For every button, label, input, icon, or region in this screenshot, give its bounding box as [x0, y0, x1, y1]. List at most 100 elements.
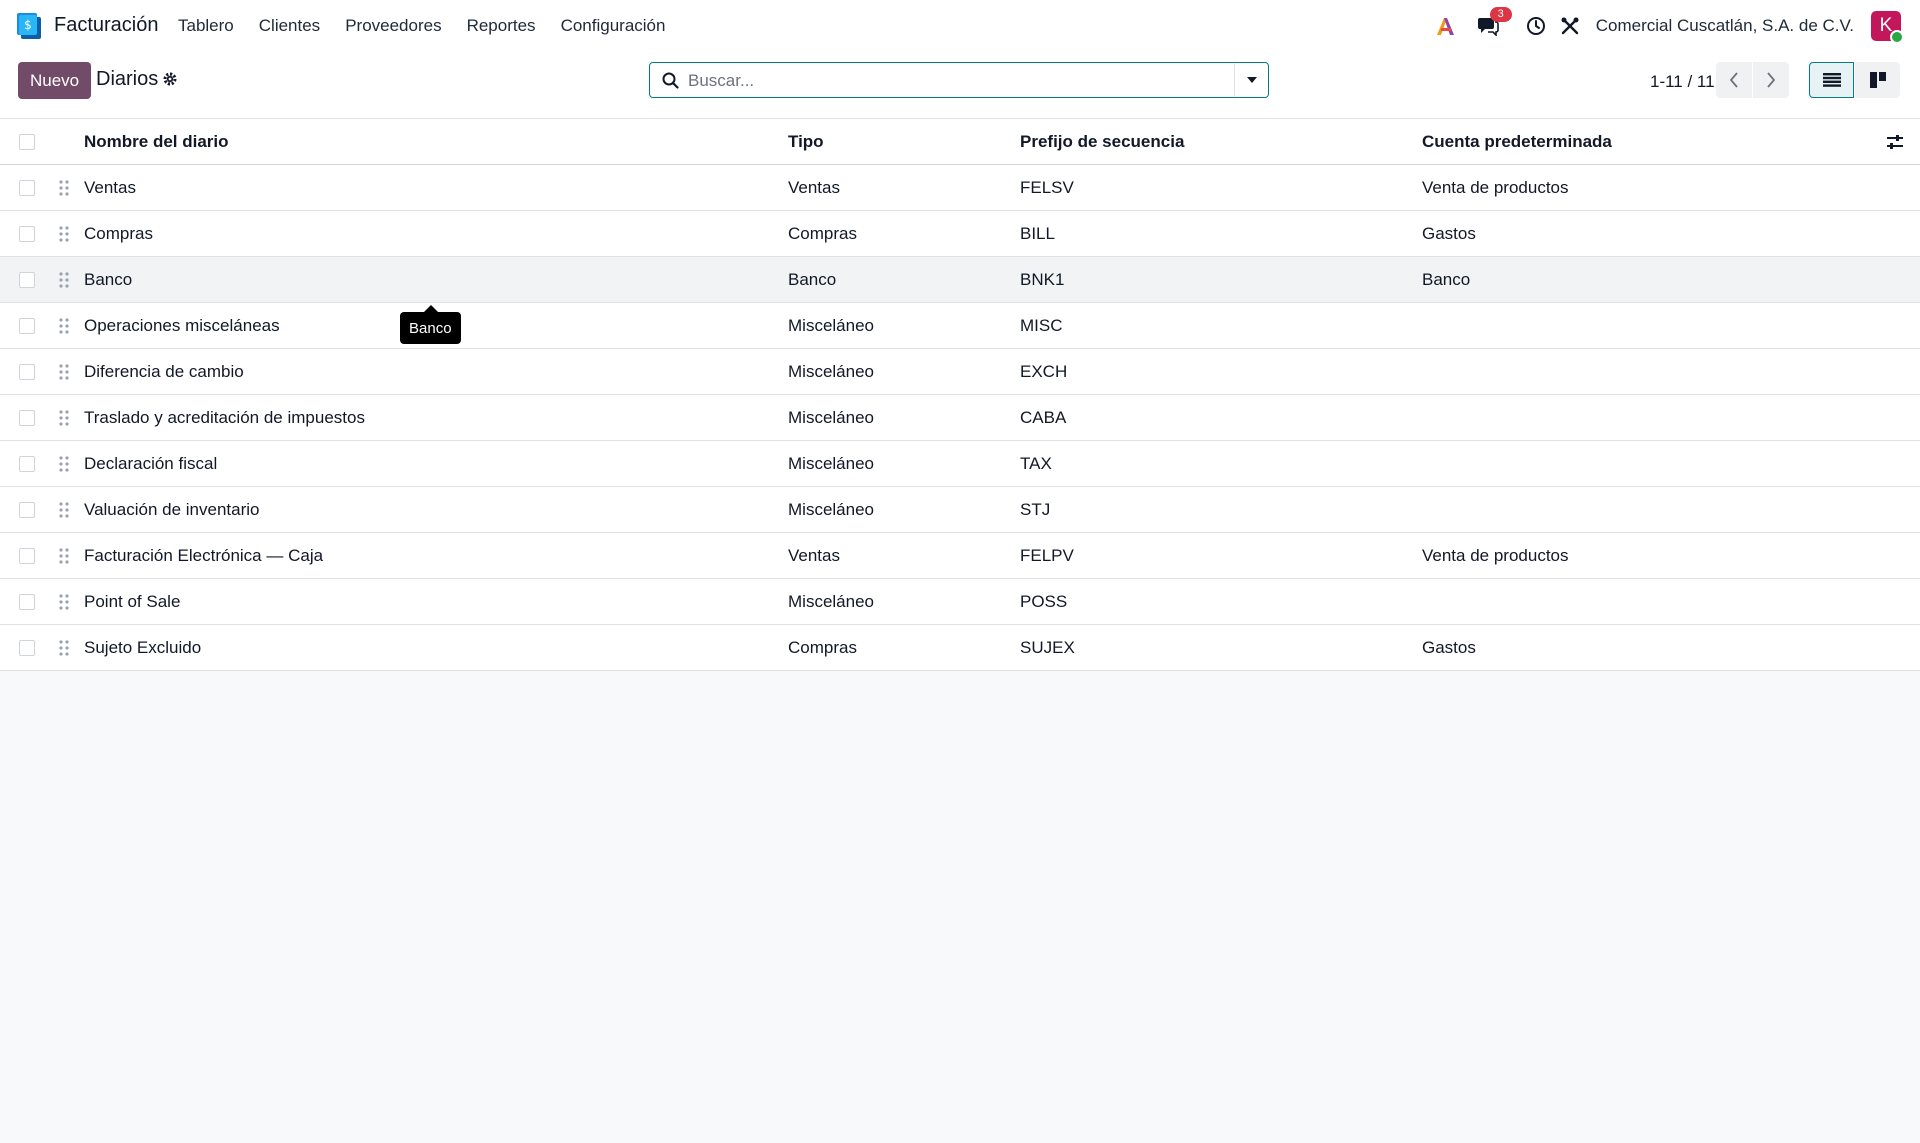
gear-icon[interactable] — [162, 71, 178, 87]
row-checkbox[interactable] — [19, 271, 35, 288]
row-checkbox[interactable] — [19, 547, 35, 564]
table-row[interactable]: Sujeto Excluido Compras SUJEX Gastos — [0, 624, 1920, 671]
column-settings-icon[interactable] — [1886, 133, 1904, 151]
cell-sequence-prefix[interactable]: TAX — [1020, 440, 1422, 487]
row-checkbox[interactable] — [19, 225, 35, 242]
cell-type[interactable]: Misceláneo — [788, 348, 1020, 395]
menu-item-configuracion[interactable]: Configuración — [561, 16, 666, 36]
table-row[interactable]: Banco Banco BNK1 Banco — [0, 256, 1920, 303]
cell-type[interactable]: Banco — [788, 256, 1020, 303]
company-switcher[interactable]: Comercial Cuscatlán, S.A. de C.V. — [1596, 16, 1854, 36]
row-checkbox[interactable] — [19, 363, 35, 380]
cell-default-account[interactable]: Venta de productos — [1422, 164, 1882, 211]
kanban-view-button[interactable] — [1855, 62, 1900, 98]
row-checkbox[interactable] — [19, 501, 35, 518]
menu-item-clientes[interactable]: Clientes — [259, 16, 320, 36]
row-checkbox[interactable] — [19, 179, 35, 196]
column-header-name[interactable]: Nombre del diario — [84, 119, 788, 165]
app-name[interactable]: Facturación — [54, 14, 159, 37]
menu-item-tablero[interactable]: Tablero — [178, 16, 234, 36]
drag-handle-icon[interactable] — [58, 501, 70, 519]
drag-handle-icon[interactable] — [58, 363, 70, 381]
drag-handle-icon[interactable] — [58, 455, 70, 473]
new-button[interactable]: Nuevo — [18, 62, 92, 99]
row-checkbox[interactable] — [19, 409, 35, 426]
cell-sequence-prefix[interactable]: POSS — [1020, 578, 1422, 625]
cell-type[interactable]: Misceláneo — [788, 578, 1020, 625]
drag-handle-icon[interactable] — [58, 547, 70, 565]
column-header-prefix[interactable]: Prefijo de secuencia — [1020, 119, 1422, 165]
cell-type[interactable]: Misceláneo — [788, 440, 1020, 487]
drag-handle-icon[interactable] — [58, 317, 70, 335]
table-row[interactable]: Ventas Ventas FELSV Venta de productos — [0, 164, 1920, 211]
cell-default-account[interactable] — [1422, 440, 1882, 487]
cell-default-account[interactable]: Gastos — [1422, 210, 1882, 257]
column-header-account[interactable]: Cuenta predeterminada — [1422, 119, 1882, 165]
table-row[interactable]: Traslado y acreditación de impuestos Misc… — [0, 394, 1920, 441]
cell-journal-name[interactable]: Diferencia de cambio — [84, 348, 788, 395]
row-checkbox[interactable] — [19, 317, 35, 334]
pager-value[interactable]: 1-11 / 11 — [1650, 72, 1715, 92]
cell-sequence-prefix[interactable]: BNK1 — [1020, 256, 1422, 303]
cell-sequence-prefix[interactable]: EXCH — [1020, 348, 1422, 395]
cell-journal-name[interactable]: Ventas — [84, 164, 788, 211]
table-row[interactable]: Point of Sale Misceláneo POSS — [0, 578, 1920, 625]
search-input[interactable] — [686, 65, 1230, 97]
menu-item-reportes[interactable]: Reportes — [467, 16, 536, 36]
cell-sequence-prefix[interactable]: SUJEX — [1020, 624, 1422, 671]
cell-default-account[interactable] — [1422, 348, 1882, 395]
table-row[interactable]: Compras Compras BILL Gastos — [0, 210, 1920, 257]
cell-default-account[interactable]: Banco — [1422, 256, 1882, 303]
cell-journal-name[interactable]: Sujeto Excluido — [84, 624, 788, 671]
cell-sequence-prefix[interactable]: FELPV — [1020, 532, 1422, 579]
row-checkbox[interactable] — [19, 639, 35, 656]
cell-type[interactable]: Compras — [788, 210, 1020, 257]
cell-default-account[interactable] — [1422, 486, 1882, 533]
table-row[interactable]: Declaración fiscal Misceláneo TAX — [0, 440, 1920, 487]
app-logo-icon[interactable]: $ — [17, 13, 43, 39]
cell-default-account[interactable]: Venta de productos — [1422, 532, 1882, 579]
clock-icon[interactable] — [1524, 14, 1548, 38]
cell-journal-name[interactable]: Valuación de inventario — [84, 486, 788, 533]
menu-item-proveedores[interactable]: Proveedores — [345, 16, 441, 36]
drag-handle-icon[interactable] — [58, 225, 70, 243]
cell-journal-name[interactable]: Banco — [84, 256, 788, 303]
search-options-toggle[interactable] — [1234, 63, 1268, 97]
column-header-type[interactable]: Tipo — [788, 119, 1020, 165]
row-checkbox[interactable] — [19, 593, 35, 610]
cell-default-account[interactable] — [1422, 578, 1882, 625]
drag-handle-icon[interactable] — [58, 271, 70, 289]
cell-type[interactable]: Misceláneo — [788, 394, 1020, 441]
cell-journal-name[interactable]: Compras — [84, 210, 788, 257]
drag-handle-icon[interactable] — [58, 593, 70, 611]
table-row[interactable]: Facturación Electrónica — Caja Ventas FELP… — [0, 532, 1920, 579]
cell-default-account[interactable]: Gastos — [1422, 624, 1882, 671]
row-checkbox[interactable] — [19, 455, 35, 472]
cell-default-account[interactable] — [1422, 302, 1882, 349]
pager-next-button[interactable] — [1753, 62, 1789, 98]
drag-handle-icon[interactable] — [58, 179, 70, 197]
cell-sequence-prefix[interactable]: MISC — [1020, 302, 1422, 349]
select-all-checkbox[interactable] — [19, 133, 35, 150]
cell-journal-name[interactable]: Declaración fiscal — [84, 440, 788, 487]
table-row[interactable]: Operaciones misceláneas Misceláneo MISC — [0, 302, 1920, 349]
cell-sequence-prefix[interactable]: CABA — [1020, 394, 1422, 441]
table-row[interactable]: Valuación de inventario Misceláneo STJ — [0, 486, 1920, 533]
cell-sequence-prefix[interactable]: FELSV — [1020, 164, 1422, 211]
cell-type[interactable]: Compras — [788, 624, 1020, 671]
cell-type[interactable]: Misceláneo — [788, 302, 1020, 349]
drag-handle-icon[interactable] — [58, 639, 70, 657]
cell-type[interactable]: Misceláneo — [788, 486, 1020, 533]
table-row[interactable]: Diferencia de cambio Misceláneo EXCH — [0, 348, 1920, 395]
list-view-button[interactable] — [1809, 62, 1854, 98]
chat-icon[interactable]: 3 — [1476, 7, 1512, 38]
cell-sequence-prefix[interactable]: STJ — [1020, 486, 1422, 533]
cell-sequence-prefix[interactable]: BILL — [1020, 210, 1422, 257]
ai-icon[interactable] — [1434, 14, 1458, 38]
cell-journal-name[interactable]: Traslado y acreditación de impuestos — [84, 394, 788, 441]
drag-handle-icon[interactable] — [58, 409, 70, 427]
cell-journal-name[interactable]: Point of Sale — [84, 578, 788, 625]
cell-default-account[interactable] — [1422, 394, 1882, 441]
cell-type[interactable]: Ventas — [788, 164, 1020, 211]
cell-type[interactable]: Ventas — [788, 532, 1020, 579]
